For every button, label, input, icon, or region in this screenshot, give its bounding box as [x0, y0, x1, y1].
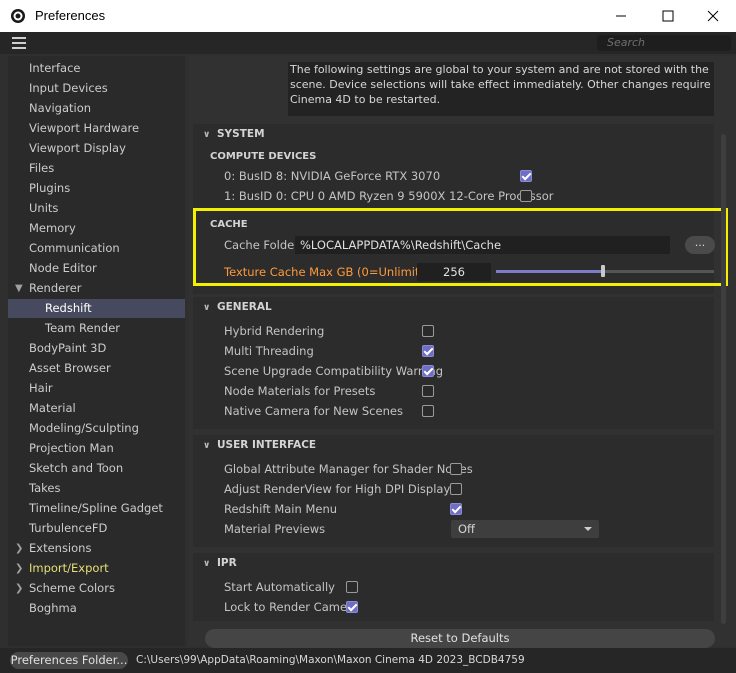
- global-attribute-checkbox[interactable]: [450, 463, 462, 475]
- sidebar-item-plugins[interactable]: Plugins: [8, 179, 185, 198]
- native-camera-checkbox[interactable]: [422, 405, 434, 417]
- hybrid-rendering-checkbox[interactable]: [422, 325, 434, 337]
- preferences-path: C:\Users\99\AppData\Roaming\Maxon\Maxon …: [136, 654, 525, 666]
- compute-devices-header: COMPUTE DEVICES: [210, 151, 317, 162]
- minimize-icon: [616, 15, 626, 17]
- user-interface-section-header[interactable]: ∨ USER INTERFACE: [203, 439, 316, 451]
- sidebar-item-viewport-display[interactable]: Viewport Display: [8, 139, 185, 158]
- general-section-header[interactable]: ∨ GENERAL: [203, 301, 272, 313]
- ipr-section-header[interactable]: ∨ IPR: [203, 557, 237, 569]
- adjust-renderview-checkbox[interactable]: [450, 483, 462, 495]
- toolbar: Search: [0, 32, 736, 54]
- sidebar-item-timeline-spline[interactable]: Timeline/Spline Gadget: [8, 499, 185, 518]
- device-1-label: 0: BusID 8: NVIDIA GeForce RTX 3070: [224, 169, 441, 183]
- sidebar-item-sketch-and-toon[interactable]: Sketch and Toon: [8, 459, 185, 478]
- menu-icon[interactable]: [12, 37, 26, 49]
- global-attribute-label: Global Attribute Manager for Shader Node…: [224, 462, 473, 476]
- chevron-right-icon[interactable]: ❯: [15, 559, 23, 578]
- sidebar-item-team-render[interactable]: Team Render: [8, 319, 185, 338]
- highlight-box: [193, 208, 728, 286]
- native-camera-label: Native Camera for New Scenes: [224, 404, 403, 418]
- hybrid-rendering-label: Hybrid Rendering: [224, 324, 325, 338]
- chevron-down-icon: ∨: [203, 303, 211, 313]
- sidebar-item-material[interactable]: Material: [8, 399, 185, 418]
- redshift-main-menu-label: Redshift Main Menu: [224, 502, 338, 516]
- sidebar-item-redshift[interactable]: Redshift: [8, 299, 185, 318]
- minimize-button[interactable]: [598, 0, 644, 32]
- sidebar-item-hair[interactable]: Hair: [8, 379, 185, 398]
- sidebar-item-units[interactable]: Units: [8, 199, 185, 218]
- window-title: Preferences: [35, 8, 106, 23]
- sidebar-item-bodypaint[interactable]: BodyPaint 3D: [8, 339, 185, 358]
- sidebar: Interface Input Devices Navigation Viewp…: [8, 56, 185, 646]
- close-icon: [707, 10, 719, 22]
- sidebar-item-navigation[interactable]: Navigation: [8, 99, 185, 118]
- multi-threading-label: Multi Threading: [224, 344, 314, 358]
- sidebar-item-import-export[interactable]: ❯ Import/Export: [8, 559, 185, 578]
- sidebar-item-files[interactable]: Files: [8, 159, 185, 178]
- material-previews-label: Material Previews: [224, 522, 326, 536]
- sidebar-item-renderer[interactable]: ▼ Renderer: [8, 279, 185, 298]
- system-section-header[interactable]: ∨ SYSTEM: [203, 128, 265, 140]
- sidebar-item-takes[interactable]: Takes: [8, 479, 185, 498]
- device-1-checkbox[interactable]: [520, 170, 532, 182]
- sidebar-item-turbulencefd[interactable]: TurbulenceFD: [8, 519, 185, 538]
- preferences-folder-button[interactable]: Preferences Folder...: [10, 652, 128, 669]
- multi-threading-checkbox[interactable]: [422, 345, 434, 357]
- chevron-down-icon: ∨: [203, 559, 211, 569]
- scene-upgrade-label: Scene Upgrade Compatibility Warning: [224, 364, 443, 378]
- sidebar-item-extensions[interactable]: ❯ Extensions: [8, 539, 185, 558]
- sidebar-item-memory[interactable]: Memory: [8, 219, 185, 238]
- maximize-icon: [662, 10, 674, 22]
- sidebar-item-input-devices[interactable]: Input Devices: [8, 79, 185, 98]
- sidebar-item-communication[interactable]: Communication: [8, 239, 185, 258]
- sidebar-item-asset-browser[interactable]: Asset Browser: [8, 359, 185, 378]
- title-bar: Preferences: [0, 0, 736, 32]
- sidebar-item-scheme-colors[interactable]: ❯ Scheme Colors: [8, 579, 185, 598]
- node-materials-label: Node Materials for Presets: [224, 384, 376, 398]
- chevron-right-icon[interactable]: ❯: [15, 579, 23, 598]
- sidebar-item-interface[interactable]: Interface: [8, 59, 185, 78]
- info-text: The following settings are global to you…: [288, 62, 714, 116]
- lock-render-camera-checkbox[interactable]: [346, 601, 358, 613]
- caret-down-icon: [584, 527, 592, 531]
- sidebar-item-node-editor[interactable]: Node Editor: [8, 259, 185, 278]
- material-previews-select[interactable]: Off: [451, 520, 599, 538]
- sidebar-item-modeling-sculpting[interactable]: Modeling/Sculpting: [8, 419, 185, 438]
- device-2-label: 1: BusID 0: CPU 0 AMD Ryzen 9 5900X 12-C…: [224, 189, 554, 203]
- node-materials-checkbox[interactable]: [422, 385, 434, 397]
- search-input[interactable]: Search: [597, 35, 731, 51]
- sidebar-item-projection-man[interactable]: Projection Man: [8, 439, 185, 458]
- redshift-main-menu-checkbox[interactable]: [450, 503, 462, 515]
- start-automatically-checkbox[interactable]: [346, 581, 358, 593]
- chevron-down-icon[interactable]: ▼: [15, 279, 23, 298]
- maximize-button[interactable]: [645, 0, 691, 32]
- scene-upgrade-checkbox[interactable]: [422, 365, 434, 377]
- sidebar-item-boghma[interactable]: Boghma: [8, 599, 185, 618]
- device-2-checkbox[interactable]: [520, 190, 532, 202]
- app-icon: [11, 9, 25, 23]
- adjust-renderview-label: Adjust RenderView for High DPI Displays: [224, 482, 457, 496]
- start-automatically-label: Start Automatically: [224, 580, 335, 594]
- chevron-down-icon: ∨: [203, 441, 211, 451]
- chevron-right-icon[interactable]: ❯: [15, 539, 23, 558]
- chevron-down-icon: ∨: [203, 130, 211, 140]
- reset-to-defaults-button[interactable]: Reset to Defaults: [205, 629, 715, 648]
- lock-render-camera-label: Lock to Render Camera: [224, 600, 359, 614]
- close-button[interactable]: [690, 0, 736, 32]
- scrollbar-thumb[interactable]: [721, 134, 726, 624]
- sidebar-item-viewport-hardware[interactable]: Viewport Hardware: [8, 119, 185, 138]
